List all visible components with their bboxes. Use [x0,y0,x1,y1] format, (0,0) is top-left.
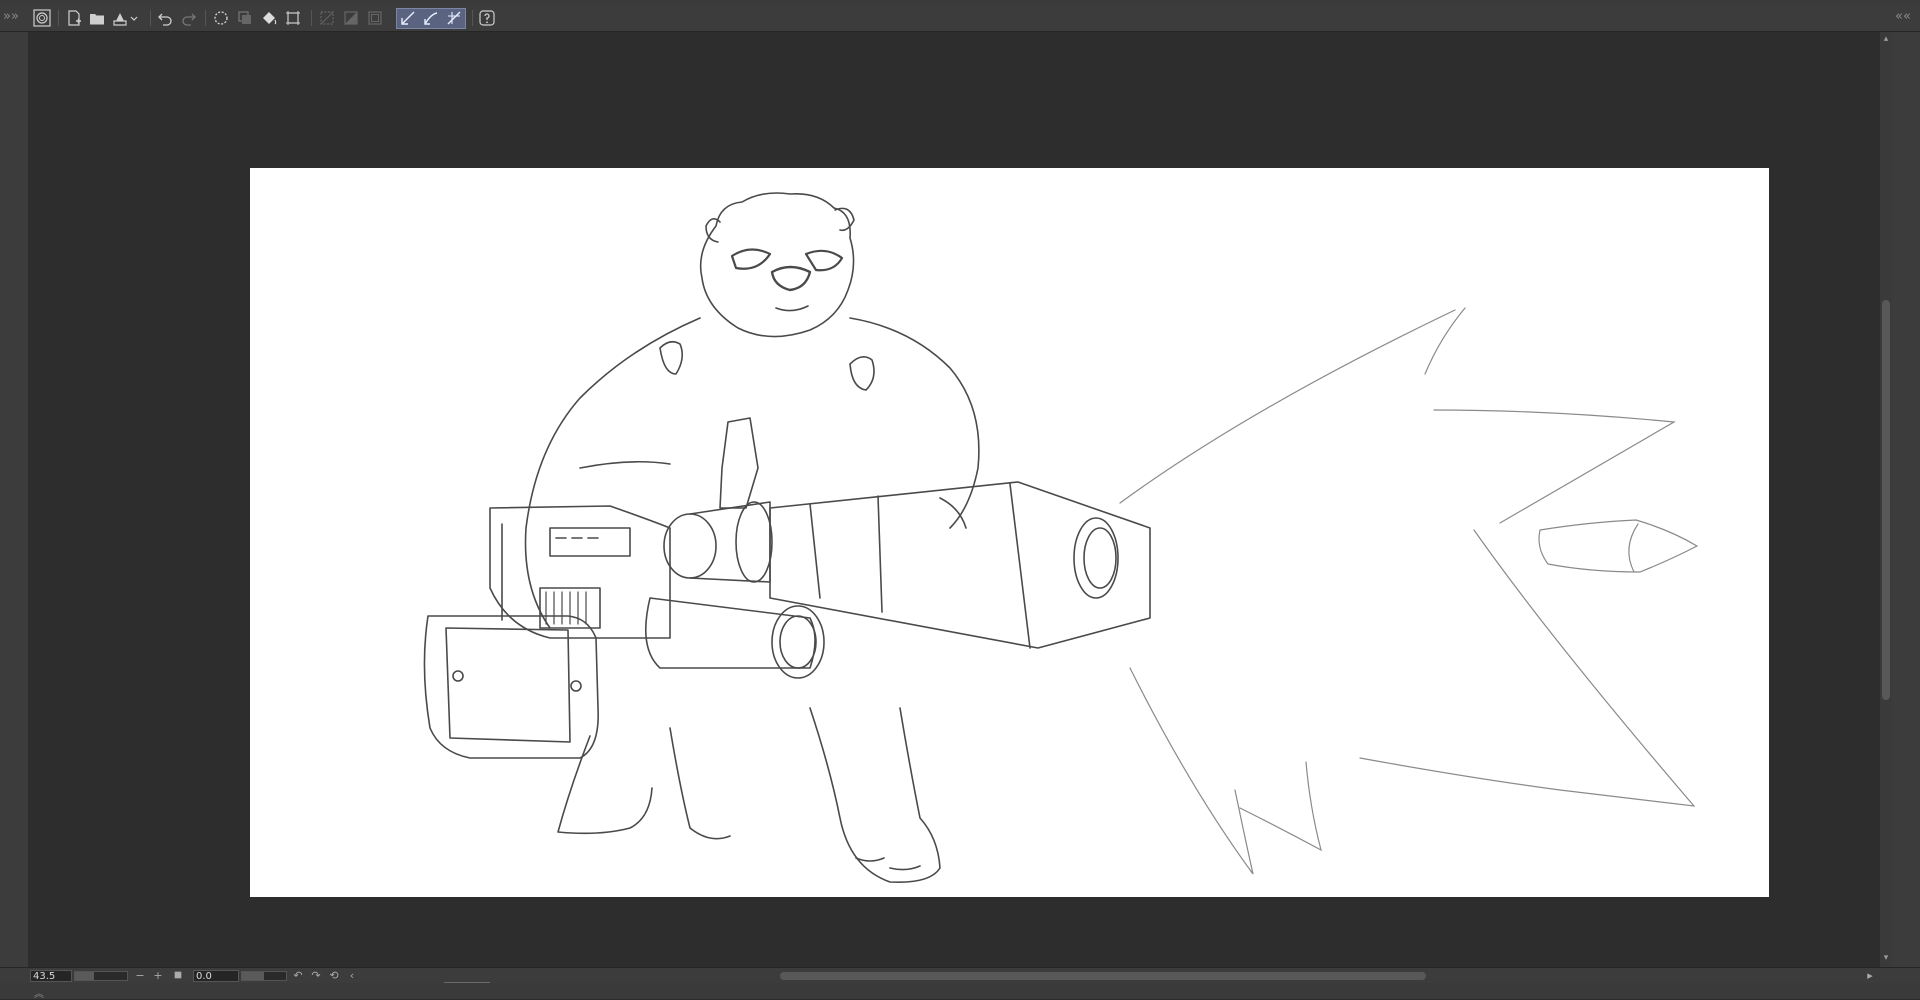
right-panel-expand-icon[interactable]: «« [1895,9,1911,25]
transform-icon[interactable] [282,8,304,28]
invert-selection-icon[interactable] [340,8,362,28]
zoom-slider-fill [75,972,95,980]
zoom-in-button[interactable]: + [152,970,164,982]
rotation-slider-fill [242,972,264,980]
rotate-right-button[interactable]: ↷ [310,970,322,982]
snap-grid-icon[interactable] [443,8,465,28]
open-folder-icon[interactable] [86,8,108,28]
right-dock-collapsed [1892,32,1920,967]
redo-icon[interactable] [178,8,200,28]
zoom-input[interactable]: 43.5 [30,970,72,982]
scroll-down-arrow-icon[interactable]: ▾ [1881,953,1891,963]
command-bar: »» «« [0,4,1920,32]
rotation-input[interactable]: 0.0 [193,970,239,982]
show-selection-icon[interactable] [364,8,386,28]
clear-icon[interactable] [210,8,232,28]
horizontal-scrollbar[interactable] [360,971,1880,981]
flip-horizontal-button[interactable]: ‹ [346,970,358,982]
navigator-status-bar: 43.5 − + 0.0 ↶ ↷ ⟲ ‹ ▸ [0,967,1920,984]
fill-clear-icon[interactable] [234,8,256,28]
app-logo-icon[interactable] [31,8,53,28]
vertical-scroll-thumb[interactable] [1882,300,1890,700]
rotate-left-button[interactable]: ↶ [292,970,304,982]
rotation-slider[interactable] [241,971,287,981]
zoom-slider[interactable] [74,971,128,981]
fit-to-window-icon[interactable] [172,970,184,982]
deselect-icon[interactable] [316,8,338,28]
undo-icon[interactable] [154,8,176,28]
reset-rotation-button[interactable]: ⟲ [328,970,340,982]
expand-bottom-panel-icon[interactable]: ︽ [34,985,44,1000]
bottom-dock-collapsed: ︽ [0,983,1920,1000]
fill-icon[interactable] [258,8,280,28]
horizontal-scroll-thumb[interactable] [780,972,1426,980]
help-icon[interactable] [476,8,498,28]
left-dock-collapsed [0,32,28,967]
save-dropdown-icon[interactable] [128,8,140,28]
scroll-up-arrow-icon[interactable]: ▴ [1881,34,1891,44]
snap-special-ruler-icon[interactable] [420,8,442,28]
new-document-icon[interactable] [63,8,85,28]
snap-ruler-icon[interactable] [397,8,419,28]
bear-cannon-sketch [423,192,1699,884]
vertical-scrollbar[interactable]: ▴ ▾ [1880,32,1892,967]
canvas-paper[interactable] [250,168,1769,897]
canvas-viewport[interactable] [28,32,1880,967]
zoom-out-button[interactable]: − [134,970,146,982]
left-panel-expand-icon[interactable]: »» [3,9,19,25]
scroll-right-arrow-icon[interactable]: ▸ [1864,970,1876,982]
